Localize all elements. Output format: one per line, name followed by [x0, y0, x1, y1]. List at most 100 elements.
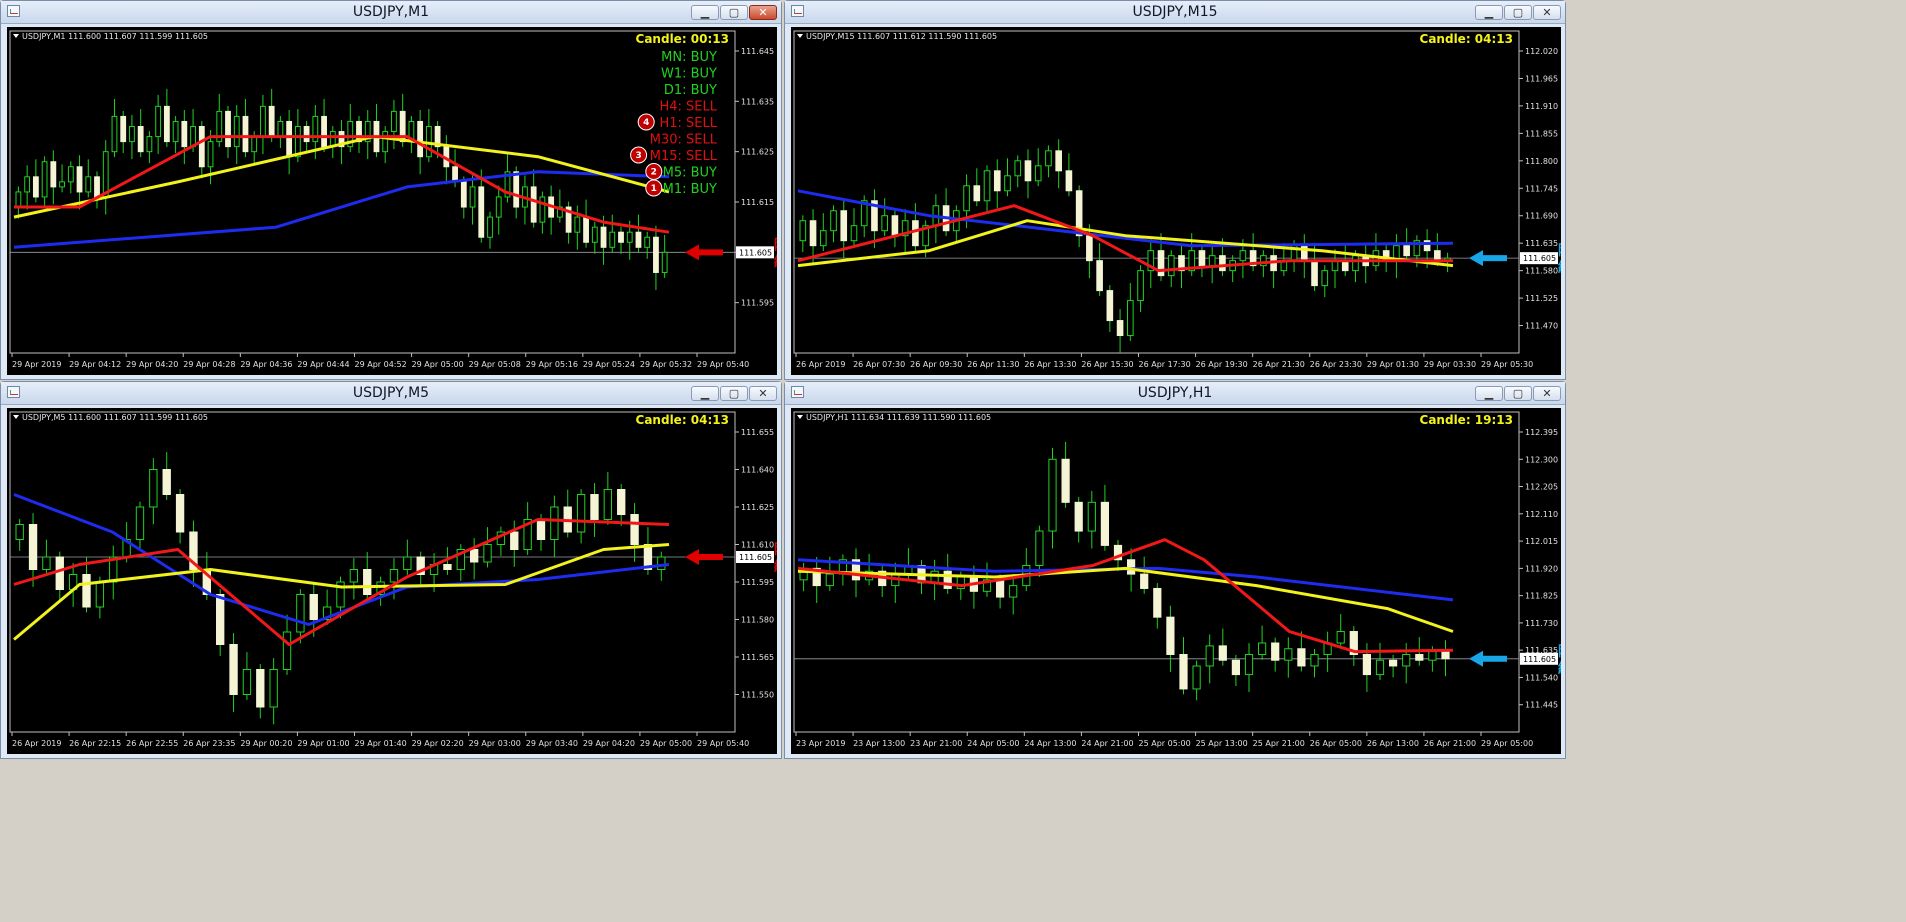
window-titlebar[interactable]: USDJPY,M5 ▁ ▢ ✕: [1, 382, 781, 405]
chart-area[interactable]: 112.020 111.965 111.910 111.855 111.800 111.7…: [791, 27, 1561, 375]
price-tick-label: 112.395: [1525, 428, 1558, 437]
window-title: USDJPY,H1: [1137, 385, 1213, 401]
close-button[interactable]: ✕: [1533, 386, 1561, 401]
candle-body: [28, 524, 38, 570]
candle-timer: Candle: 19:13: [1420, 413, 1513, 427]
close-button[interactable]: ✕: [749, 5, 777, 20]
chart-area[interactable]: 112.395 112.300 112.205 112.110 112.015 111.9…: [791, 408, 1561, 754]
window-titlebar[interactable]: USDJPY,M15 ▁ ▢ ✕: [785, 1, 1565, 24]
annotation-kanji: 線: [774, 253, 777, 270]
candle-body: [530, 186, 537, 223]
close-button[interactable]: ✕: [749, 386, 777, 401]
maximize-button[interactable]: ▢: [720, 386, 748, 401]
candle-body: [175, 494, 185, 533]
window-titlebar[interactable]: USDJPY,M1 ▁ ▢ ✕: [1, 1, 781, 24]
annotation-kanji: 線: [1558, 660, 1561, 677]
time-tick-label: 26 Apr 17:30: [1139, 360, 1191, 369]
time-tick-label: 29 Apr 05:40: [697, 739, 749, 748]
current-price-label: 111.605: [1523, 655, 1556, 664]
price-tick-label: 111.540: [1525, 673, 1558, 682]
chart-area[interactable]: 111.655 111.640 111.625 111.610 111.595 111.5…: [7, 408, 777, 754]
chart-svg: 111.645 111.635 111.625 111.615 111.605 111.5…: [9, 30, 777, 369]
candle-body: [363, 569, 372, 595]
candle-body: [242, 115, 249, 153]
candle-body: [1137, 270, 1144, 302]
candle-body: [1205, 645, 1214, 667]
candle-body: [478, 186, 485, 238]
chart-menu-arrow-icon[interactable]: [797, 415, 803, 419]
maximize-button[interactable]: ▢: [1504, 386, 1532, 401]
chart-menu-arrow-icon[interactable]: [797, 34, 803, 38]
chart-window-h1[interactable]: USDJPY,H1 ▁ ▢ ✕ 112.395 112.300 112.205 112…: [784, 381, 1566, 759]
maximize-button[interactable]: ▢: [1504, 5, 1532, 20]
candle-body: [85, 176, 92, 193]
candle-body: [1208, 255, 1216, 267]
minimize-button[interactable]: ▁: [691, 5, 719, 20]
time-tick-label: 23 Apr 21:00: [910, 739, 962, 748]
candle-body: [82, 574, 91, 608]
candle-body: [487, 216, 493, 238]
candle-body: [600, 226, 607, 248]
candle-body: [661, 251, 668, 273]
close-button[interactable]: ✕: [1533, 5, 1561, 20]
price-tick-label: 111.595: [741, 299, 774, 308]
chart-area[interactable]: 111.645 111.635 111.625 111.615 111.605 111.5…: [7, 27, 777, 375]
maximize-button[interactable]: ▢: [720, 5, 748, 20]
window-title: USDJPY,M1: [352, 4, 430, 20]
chart-window-m15[interactable]: USDJPY,M15 ▁ ▢ ✕ 112.020 111.965 111.910 11…: [784, 0, 1566, 380]
candle-body: [1140, 573, 1149, 589]
current-price-label: 111.605: [739, 248, 772, 257]
price-tick-label: 111.910: [1525, 102, 1558, 111]
candle-body: [583, 216, 589, 243]
candle-body: [983, 170, 991, 202]
candle-body: [825, 573, 834, 587]
candle-body: [256, 669, 265, 708]
candle-body: [50, 161, 57, 188]
candle-body: [403, 556, 412, 570]
candle-body: [207, 141, 214, 168]
minimize-button[interactable]: ▁: [691, 386, 719, 401]
time-tick-label: 26 Apr 13:30: [1024, 360, 1076, 369]
plot-frame: [9, 30, 736, 354]
time-tick-label: 29 Apr 05:08: [469, 360, 521, 369]
price-tick-label: 111.550: [741, 691, 774, 700]
candle-body: [382, 131, 389, 153]
time-tick-label: 26 Apr 15:30: [1081, 360, 1133, 369]
price-tick-label: 111.825: [1525, 592, 1558, 601]
price-tick-label: 112.205: [1525, 483, 1558, 492]
candle-body: [137, 126, 144, 153]
chart-svg: 112.395 112.300 112.205 112.110 112.015 111.9…: [793, 411, 1561, 748]
chart-window-m5[interactable]: USDJPY,M5 ▁ ▢ ✕ 111.655 111.640 111.625 111…: [0, 381, 782, 759]
price-tick-label: 111.965: [1525, 74, 1558, 83]
candle-body: [1192, 665, 1201, 690]
minimize-button[interactable]: ▁: [1475, 386, 1503, 401]
chart-menu-arrow-icon[interactable]: [13, 415, 19, 419]
candle-body: [574, 216, 581, 233]
time-tick-label: 26 Apr 05:00: [1310, 739, 1362, 748]
chart-window-m1[interactable]: USDJPY,M1 ▁ ▢ ✕ 111.645 111.635 111.625 111…: [0, 0, 782, 380]
candle-body: [617, 489, 626, 515]
candle-body: [609, 231, 616, 248]
time-tick-label: 25 Apr 05:00: [1139, 739, 1191, 748]
chart-menu-arrow-icon[interactable]: [13, 34, 19, 38]
price-tick-label: 112.300: [1525, 455, 1558, 464]
price-tick-label: 111.625: [741, 503, 774, 512]
price-tick-label: 111.625: [741, 148, 774, 157]
candle-body: [260, 105, 266, 138]
candle-body: [1048, 458, 1057, 532]
candle-body: [1271, 642, 1280, 661]
chart-svg: 112.020 111.965 111.910 111.855 111.800 111.7…: [793, 30, 1561, 369]
candle-body: [1284, 648, 1293, 661]
time-tick-label: 24 Apr 21:00: [1081, 739, 1133, 748]
candle-body: [1035, 530, 1044, 566]
symbol-header: USDJPY,M15 111.607 111.612 111.590 111.6…: [806, 32, 997, 41]
candle-body: [296, 594, 305, 633]
time-tick-label: 29 Apr 05:00: [1481, 739, 1533, 748]
minimize-button[interactable]: ▁: [1475, 5, 1503, 20]
candle-body: [303, 126, 310, 143]
window-titlebar[interactable]: USDJPY,H1 ▁ ▢ ✕: [785, 382, 1565, 405]
candle-body: [1219, 255, 1226, 272]
candle-body: [149, 469, 158, 508]
candle-body: [24, 176, 31, 193]
candle-body: [626, 231, 633, 243]
